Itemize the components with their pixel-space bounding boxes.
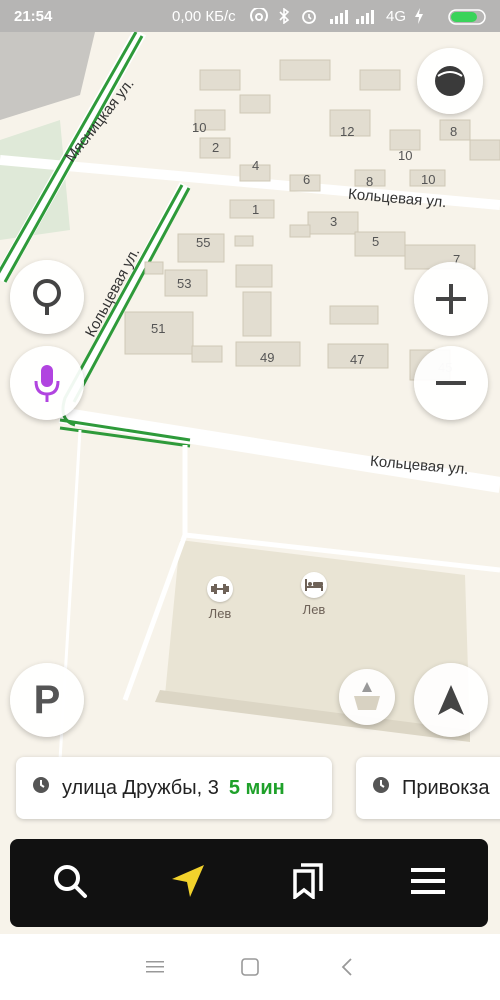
house-number: 1: [252, 202, 260, 217]
recents-icon: [146, 960, 164, 979]
route-eta: 5 мин: [228, 776, 285, 799]
charging-icon: [414, 8, 424, 28]
search-button[interactable]: [30, 839, 110, 927]
parking-button[interactable]: P: [10, 663, 84, 737]
route-chip[interactable]: Привокза: [356, 757, 500, 819]
bookmarks-icon: [291, 862, 325, 904]
house-number: 47: [350, 352, 365, 367]
poi-label: Лев: [302, 602, 326, 617]
house-number: 49: [260, 350, 275, 365]
pin-icon: [30, 277, 64, 317]
minus-icon: [434, 380, 468, 386]
poi-gym[interactable]: Лев: [203, 576, 237, 621]
bookmarks-button[interactable]: [268, 839, 348, 927]
status-network: 4G: [386, 8, 407, 25]
plus-icon: [434, 282, 468, 316]
recent-apps-button[interactable]: [140, 954, 170, 984]
status-net-speed: 0,00 КБ/с: [172, 8, 236, 25]
zoom-in-button[interactable]: [414, 262, 488, 336]
house-number: 8: [366, 174, 374, 189]
house-number: 51: [151, 321, 166, 336]
navigator-button[interactable]: [148, 839, 228, 927]
route-address: Привокза: [402, 776, 490, 799]
bed-icon: [301, 572, 327, 598]
hotspot-icon: [250, 6, 268, 28]
clock-icon: [372, 776, 390, 800]
house-number: 53: [177, 276, 192, 291]
poi-label: Лев: [208, 606, 232, 621]
house-number: 12: [340, 124, 355, 139]
compass-button[interactable]: [339, 669, 395, 725]
status-bar: 21:54 0,00 КБ/с 4G: [0, 0, 500, 32]
navigation-arrow-icon: [436, 683, 466, 717]
search-icon: [52, 863, 88, 904]
house-number: 10: [192, 120, 207, 135]
clock-icon: [32, 776, 50, 800]
back-button[interactable]: [332, 954, 362, 984]
status-time: 21:54: [14, 8, 53, 25]
layers-button[interactable]: [417, 48, 483, 114]
house-number: 2: [212, 140, 220, 155]
layers-icon: [433, 64, 467, 98]
house-number: 10: [398, 148, 413, 163]
battery-icon: [448, 9, 488, 29]
route-address: улица Дружбы, 3: [62, 776, 219, 799]
menu-button[interactable]: [388, 839, 468, 927]
bluetooth-icon: [278, 7, 290, 28]
house-number: 3: [330, 214, 338, 229]
home-icon: [241, 957, 259, 981]
parking-label: P: [33, 677, 61, 722]
zoom-out-button[interactable]: [414, 346, 488, 420]
menu-icon: [411, 866, 445, 901]
locate-button[interactable]: [414, 663, 488, 737]
house-number: 4: [252, 158, 260, 173]
poi-hotel[interactable]: Лев: [297, 572, 331, 617]
house-number: 8: [450, 124, 458, 139]
alarm-icon: [300, 8, 318, 28]
signal-icon: [330, 8, 378, 28]
microphone-icon: [33, 363, 61, 403]
navigator-icon: [170, 863, 206, 904]
compass-icon: [350, 680, 384, 714]
dumbbell-icon: [207, 576, 233, 602]
route-chip[interactable]: улица Дружбы, 3 5 мин: [16, 757, 332, 819]
home-button[interactable]: [235, 954, 265, 984]
house-number: 10: [421, 172, 436, 187]
voice-button[interactable]: [10, 346, 84, 420]
bottom-toolbar: [10, 839, 488, 927]
search-point-button[interactable]: [10, 260, 84, 334]
system-nav-bar: [0, 934, 500, 1000]
back-icon: [341, 957, 353, 981]
house-number: 6: [303, 172, 311, 187]
house-number: 5: [372, 234, 380, 249]
house-number: 55: [196, 235, 211, 250]
